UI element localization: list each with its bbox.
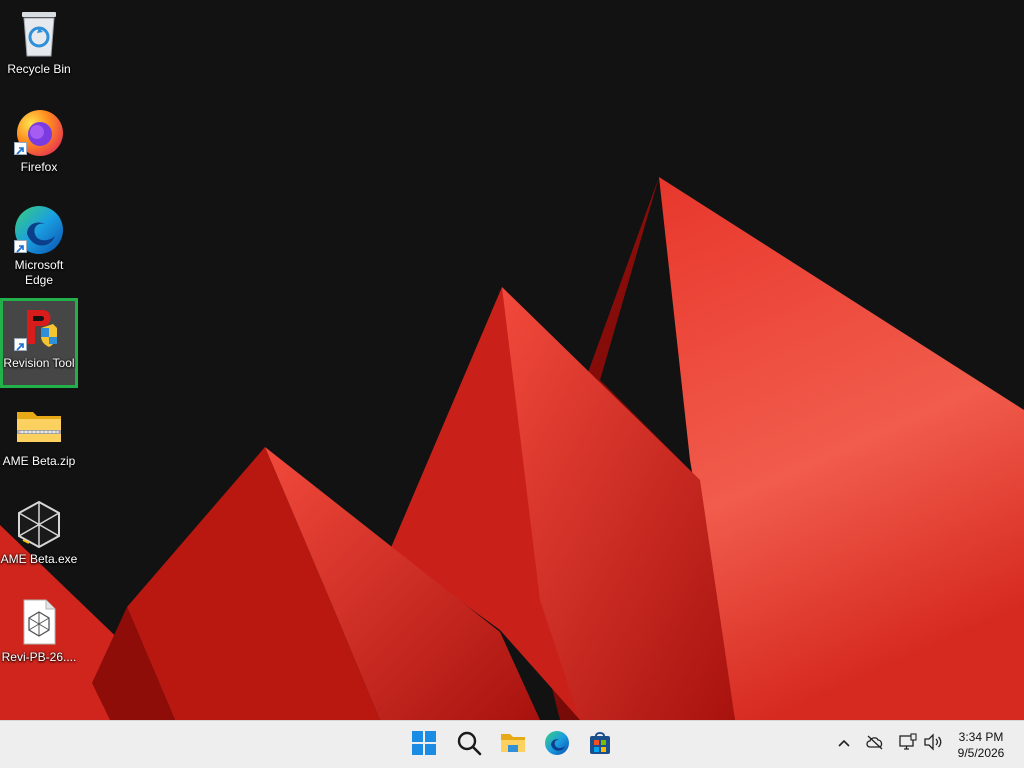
- taskbar-clock[interactable]: 3:34 PM 9/5/2026: [948, 729, 1014, 761]
- taskbar-search-button[interactable]: [451, 727, 487, 763]
- desktop-icon-label: Firefox: [20, 160, 58, 174]
- shortcut-arrow-icon: [14, 240, 27, 253]
- desktop-icon-ame-beta-exe[interactable]: AME Beta.exe: [0, 494, 78, 584]
- desktop-icon-label: Revision Tool: [3, 356, 75, 370]
- cloud-offline-icon: [865, 734, 885, 755]
- wallpaper: [0, 177, 1024, 720]
- shortcut-arrow-icon: [14, 142, 27, 155]
- shortcut-arrow-icon: [14, 338, 27, 351]
- tray-volume-button[interactable]: [922, 732, 944, 756]
- chevron-up-icon: [837, 735, 851, 753]
- document-cube-icon: [13, 596, 65, 648]
- desktop-icon-label: Recycle Bin: [7, 62, 71, 76]
- ame-cube-icon: [13, 498, 65, 550]
- taskbar-file-explorer-button[interactable]: [495, 727, 531, 763]
- clock-time: 3:34 PM: [958, 730, 1004, 744]
- desktop-icon-recycle-bin[interactable]: Recycle Bin: [0, 4, 78, 94]
- edge-icon: [544, 730, 570, 761]
- taskbar-start-button[interactable]: [406, 727, 442, 763]
- desktop-icon-revision-tool[interactable]: Revision Tool: [0, 298, 78, 388]
- taskbar-edge-button[interactable]: [539, 727, 575, 763]
- zip-folder-icon: [13, 400, 65, 452]
- desktop-icon-revi-pb[interactable]: Revi-PB-26....: [0, 592, 78, 682]
- file-explorer-icon: [499, 730, 527, 761]
- volume-icon: [923, 732, 943, 756]
- desktop-icon-label: AME Beta.exe: [0, 552, 78, 566]
- taskbar: 3:34 PM 9/5/2026: [0, 720, 1024, 768]
- store-icon: [587, 730, 613, 761]
- desktop[interactable]: Recycle Bin Firefox Microsoft Edge Revis…: [0, 0, 1024, 720]
- network-icon: [898, 732, 918, 756]
- desktop-icon-firefox[interactable]: Firefox: [0, 102, 78, 192]
- desktop-icon-label: Microsoft Edge: [14, 258, 64, 287]
- desktop-icon-label: Revi-PB-26....: [1, 650, 77, 664]
- search-icon: [456, 730, 482, 761]
- tray-onedrive-button[interactable]: [864, 733, 886, 755]
- windows-start-icon: [411, 730, 437, 761]
- tray-overflow-button[interactable]: [833, 733, 855, 755]
- desktop-icon-ame-beta-zip[interactable]: AME Beta.zip: [0, 396, 78, 486]
- taskbar-store-button[interactable]: [582, 727, 618, 763]
- clock-date: 9/5/2026: [957, 746, 1005, 760]
- desktop-icon-label: AME Beta.zip: [2, 454, 76, 468]
- tray-network-button[interactable]: [897, 732, 919, 756]
- desktop-icon-microsoft-edge[interactable]: Microsoft Edge: [0, 200, 78, 290]
- recycle-bin-icon: [13, 8, 65, 60]
